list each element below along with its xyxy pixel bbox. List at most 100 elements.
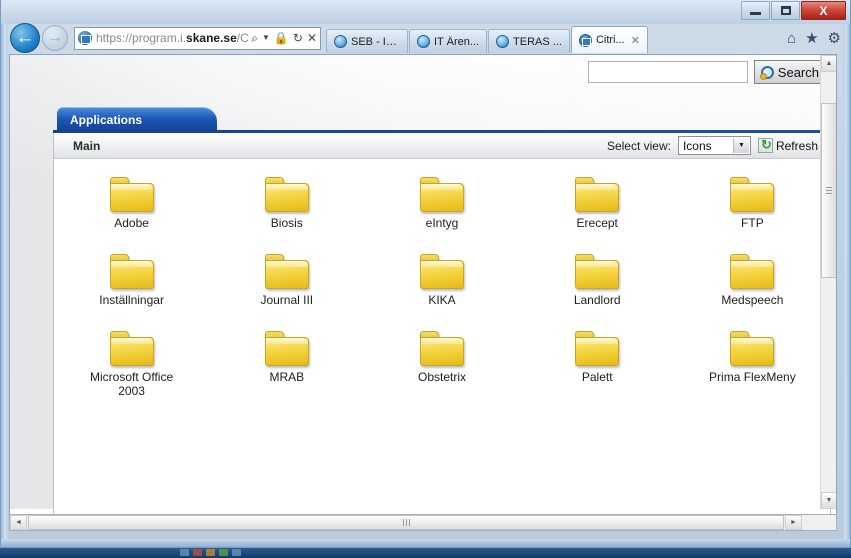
home-icon[interactable]: ⌂ xyxy=(787,31,796,46)
app-label: MRAB xyxy=(269,370,305,384)
browser-window: X ← → https://program.i.skane.se/Citrix/… xyxy=(0,0,851,548)
app-item-landlord[interactable]: Landlord xyxy=(520,248,675,307)
app-label: Inställningar xyxy=(99,293,164,307)
app-item-journal-iii[interactable]: Journal III xyxy=(209,248,364,307)
tab-applications-label: Applications xyxy=(70,113,143,127)
panel-tools: Select view: Icons ▼ Refresh xyxy=(607,136,824,155)
maximize-button[interactable] xyxy=(771,1,800,20)
app-item-obstetrix[interactable]: Obstetrix xyxy=(364,325,519,398)
scroll-down-button[interactable]: ▼ xyxy=(821,492,836,509)
refresh-icon[interactable]: ↻ xyxy=(293,32,303,44)
forward-button[interactable]: → xyxy=(42,25,68,51)
folder-icon xyxy=(730,254,775,289)
page-search-area: Search xyxy=(587,60,826,84)
tab-label: TERAS ... xyxy=(513,35,562,48)
url-domain: skane.se xyxy=(186,31,237,45)
refresh-icon xyxy=(757,137,773,153)
taskbar-item[interactable] xyxy=(232,549,241,556)
folder-icon xyxy=(264,177,309,212)
favorites-star-icon[interactable]: ★ xyxy=(805,31,818,46)
refresh-label: Refresh xyxy=(775,138,818,153)
app-label: Palett xyxy=(581,370,613,384)
folder-icon xyxy=(264,254,309,289)
tab-close-icon[interactable]: ✕ xyxy=(631,34,640,47)
horizontal-scrollbar-thumb[interactable] xyxy=(28,515,784,530)
close-button[interactable]: X xyxy=(801,1,846,20)
search-icon[interactable]: ⌕ xyxy=(251,32,258,44)
taskbar-item[interactable] xyxy=(219,549,228,556)
app-label: Microsoft Office 2003 xyxy=(90,370,174,398)
app-label: Erecept xyxy=(576,216,618,230)
minimize-button[interactable] xyxy=(741,1,770,20)
scrollbar-grip-icon xyxy=(402,519,410,526)
back-arrow-icon: ← xyxy=(15,27,35,48)
app-item-erecept[interactable]: Erecept xyxy=(520,171,675,230)
app-item-eintyg[interactable]: eIntyg xyxy=(364,171,519,230)
window-edge-right xyxy=(843,0,850,547)
refresh-button[interactable]: Refresh xyxy=(757,137,818,153)
app-item-kika[interactable]: KIKA xyxy=(364,248,519,307)
scroll-right-button[interactable]: ► xyxy=(785,515,802,530)
back-button[interactable]: ← xyxy=(10,23,40,53)
gear-icon[interactable]: ⚙ xyxy=(828,31,841,46)
taskbar-item[interactable] xyxy=(180,549,189,556)
minimize-icon xyxy=(750,12,761,15)
app-label: Journal III xyxy=(260,293,314,307)
browser-tabs: SEB - In... IT Ären... TERAS ... Citri..… xyxy=(326,23,648,53)
folder-icon xyxy=(419,177,464,212)
search-button[interactable]: Search xyxy=(753,60,826,84)
folder-icon xyxy=(575,254,620,289)
address-bar-icons: ⌕ ▼ 🔒 ↻ ✕ xyxy=(249,32,317,44)
lock-icon: 🔒 xyxy=(273,31,289,45)
app-label: Landlord xyxy=(573,293,621,307)
browser-tab-it-arenden[interactable]: IT Ären... xyxy=(409,29,488,53)
app-item-biosis[interactable]: Biosis xyxy=(209,171,364,230)
application-grid: Adobe Biosis eIntyg Erecept FTP Inställn… xyxy=(54,159,830,398)
magnifier-icon xyxy=(759,65,774,80)
stop-icon[interactable]: ✕ xyxy=(307,32,317,44)
close-icon: X xyxy=(819,3,828,18)
select-view-dropdown[interactable]: Icons ▼ xyxy=(677,136,751,155)
search-input[interactable] xyxy=(587,61,748,83)
taskbar-item[interactable] xyxy=(193,549,202,556)
taskbar-item[interactable] xyxy=(206,549,215,556)
app-label: Obstetrix xyxy=(417,370,466,384)
url-suffix: /Citrix/XenApp/s xyxy=(236,31,250,45)
scroll-left-button[interactable]: ◄ xyxy=(10,515,27,530)
vertical-scrollbar-thumb[interactable] xyxy=(821,103,836,278)
chevron-down-icon[interactable]: ▼ xyxy=(732,138,749,153)
vertical-scrollbar[interactable]: ▲ ▼ xyxy=(820,55,836,509)
chevron-down-icon[interactable]: ▼ xyxy=(262,34,270,42)
app-item-installningar[interactable]: Inställningar xyxy=(54,248,209,307)
horizontal-scrollbar[interactable]: ◄ ► xyxy=(9,514,837,531)
app-item-palett[interactable]: Palett xyxy=(520,325,675,398)
app-label: KIKA xyxy=(428,293,456,307)
folder-icon xyxy=(109,254,154,289)
chevron-right-icon: ► xyxy=(790,519,797,526)
app-label: Prima FlexMeny xyxy=(709,370,796,384)
address-bar[interactable]: https://program.i.skane.se/Citrix/XenApp… xyxy=(74,26,321,50)
tab-label: IT Ären... xyxy=(434,35,480,48)
app-item-mrab[interactable]: MRAB xyxy=(209,325,364,398)
app-item-adobe[interactable]: Adobe xyxy=(54,171,209,230)
scrollbar-grip-icon xyxy=(826,187,832,194)
tab-label: SEB - In... xyxy=(351,35,400,48)
window-edge-left xyxy=(1,0,8,547)
search-button-label: Search xyxy=(777,64,819,80)
internet-explorer-icon xyxy=(496,35,510,48)
taskbar-items xyxy=(180,549,241,556)
app-label: eIntyg xyxy=(425,216,459,230)
maximize-icon xyxy=(780,6,791,15)
browser-tab-citrix[interactable]: Citri... ✕ xyxy=(570,26,648,53)
app-item-microsoft-office-2003[interactable]: Microsoft Office 2003 xyxy=(54,325,209,398)
taskbar[interactable] xyxy=(0,548,851,558)
app-label: Medspeech xyxy=(721,293,784,307)
app-item-medspeech[interactable]: Medspeech xyxy=(675,248,830,307)
browser-tab-teras[interactable]: TERAS ... xyxy=(488,29,570,53)
app-item-prima-flexmeny[interactable]: Prima FlexMeny xyxy=(675,325,830,398)
scroll-up-button[interactable]: ▲ xyxy=(821,55,836,72)
internet-explorer-icon xyxy=(334,35,347,48)
app-item-ftp[interactable]: FTP xyxy=(675,171,830,230)
select-view-value: Icons xyxy=(682,138,712,153)
browser-tab-seb[interactable]: SEB - In... xyxy=(326,29,408,53)
